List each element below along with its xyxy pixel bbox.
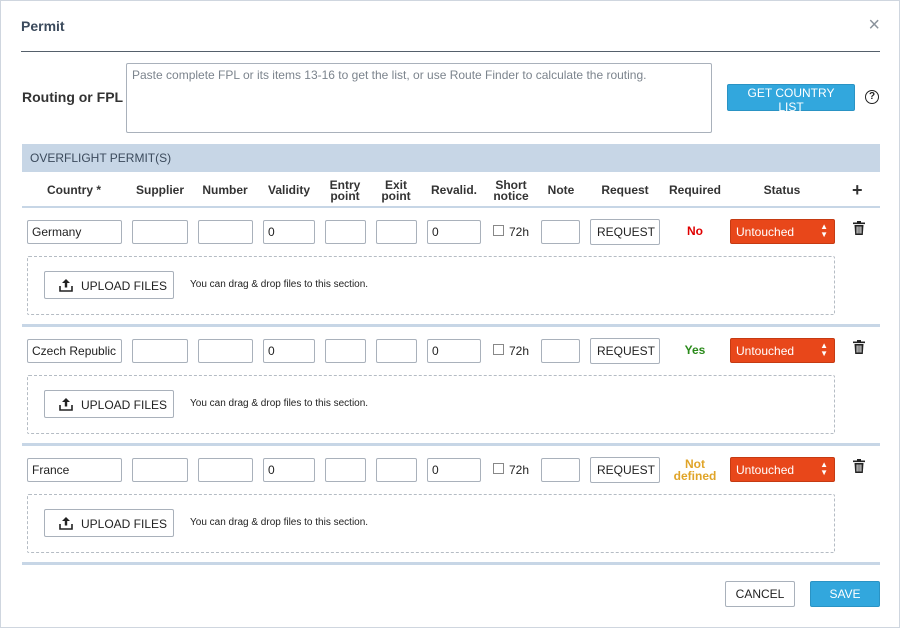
- status-value: Untouched: [736, 225, 795, 239]
- add-row-icon[interactable]: +: [852, 180, 863, 201]
- supplier-input[interactable]: [132, 339, 188, 363]
- required-value-line2: defined: [673, 469, 717, 483]
- upload-files-label: UPLOAD FILES: [81, 279, 168, 293]
- permit-row-germany: 72h REQUEST No Untouched ▲▼ UPLOAD FILES…: [22, 208, 880, 327]
- col-entry-point-line2: point: [330, 189, 360, 203]
- status-select[interactable]: Untouched ▲ ▼: [730, 457, 835, 482]
- save-button[interactable]: SAVE: [810, 581, 880, 607]
- request-button[interactable]: REQUEST: [590, 338, 660, 364]
- file-dropzone[interactable]: UPLOAD FILES You can drag & drop files t…: [27, 256, 835, 315]
- number-input[interactable]: [198, 339, 253, 363]
- trash-icon[interactable]: [853, 221, 865, 235]
- col-request: Request: [601, 183, 649, 197]
- exit-point-input[interactable]: [376, 458, 417, 482]
- col-revalid: Revalid.: [430, 183, 478, 197]
- status-select[interactable]: Untouched ▲ ▼: [730, 338, 835, 363]
- note-input[interactable]: [541, 220, 580, 244]
- country-input[interactable]: [27, 458, 122, 482]
- col-status: Status: [763, 183, 801, 197]
- upload-files-button[interactable]: UPLOAD FILES: [44, 271, 174, 299]
- col-required: Required: [668, 183, 721, 197]
- upload-files-label: UPLOAD FILES: [81, 398, 168, 412]
- exit-point-input[interactable]: [376, 220, 417, 244]
- upload-icon: [59, 279, 73, 292]
- close-icon[interactable]: ×: [868, 15, 880, 35]
- short-notice-label: 72h: [509, 344, 530, 358]
- country-input[interactable]: [27, 339, 122, 363]
- upload-icon: [59, 517, 73, 530]
- note-input[interactable]: [541, 339, 580, 363]
- updown-caret-icon: ▲ ▼: [820, 460, 828, 477]
- routing-input[interactable]: [126, 63, 712, 133]
- validity-input[interactable]: [263, 458, 315, 482]
- file-dropzone[interactable]: UPLOAD FILES You can drag & drop files t…: [27, 494, 835, 553]
- dialog-title: Permit: [21, 18, 65, 34]
- short-notice-label: 72h: [509, 463, 530, 477]
- updown-caret-icon: ▲ ▼: [820, 341, 828, 358]
- short-notice-label: 72h: [509, 225, 530, 239]
- cancel-button[interactable]: CANCEL: [725, 581, 795, 607]
- request-button[interactable]: REQUEST: [590, 457, 660, 483]
- revalid-input[interactable]: [427, 220, 481, 244]
- entry-point-input[interactable]: [325, 458, 366, 482]
- column-header-row: Country * Supplier Number Validity Entry…: [22, 172, 880, 208]
- required-value-line1: Yes: [684, 343, 706, 357]
- dialog-header: Permit ×: [21, 1, 880, 52]
- number-input[interactable]: [198, 458, 253, 482]
- number-input[interactable]: [198, 220, 253, 244]
- col-short-notice-line2: notice: [493, 189, 529, 203]
- request-button[interactable]: REQUEST: [590, 219, 660, 245]
- permit-row-france: 72h REQUEST Not defined Untouched ▲▼ UPL…: [22, 446, 880, 565]
- validity-input[interactable]: [263, 220, 315, 244]
- col-note: Note: [547, 183, 575, 197]
- dropzone-hint: You can drag & drop files to this sectio…: [190, 279, 369, 290]
- required-value: Yes: [660, 344, 730, 356]
- upload-icon: [59, 398, 73, 411]
- trash-icon[interactable]: [853, 340, 865, 354]
- trash-icon[interactable]: [853, 459, 865, 473]
- supplier-input[interactable]: [132, 458, 188, 482]
- help-icon[interactable]: ?: [865, 90, 879, 104]
- required-value: Not defined: [660, 458, 730, 482]
- get-country-list-button[interactable]: GET COUNTRY LIST: [727, 84, 855, 114]
- section-title: OVERFLIGHT PERMIT(S): [22, 144, 880, 172]
- revalid-input[interactable]: [427, 458, 481, 482]
- file-dropzone[interactable]: UPLOAD FILES You can drag & drop files t…: [27, 375, 835, 434]
- permit-row-czech-republic: 72h REQUEST Yes Untouched ▲▼ UPLOAD FILE…: [22, 327, 880, 446]
- col-validity: Validity: [267, 183, 311, 197]
- entry-point-input[interactable]: [325, 220, 366, 244]
- exit-point-input[interactable]: [376, 339, 417, 363]
- upload-files-button[interactable]: UPLOAD FILES: [44, 509, 174, 537]
- supplier-input[interactable]: [132, 220, 188, 244]
- status-value: Untouched: [736, 344, 795, 358]
- revalid-input[interactable]: [427, 339, 481, 363]
- permit-dialog: Permit × Routing or FPL GET COUNTRY LIST…: [0, 0, 900, 628]
- required-value: No: [660, 225, 730, 237]
- status-select[interactable]: Untouched ▲ ▼: [730, 219, 835, 244]
- dropzone-hint: You can drag & drop files to this sectio…: [190, 517, 369, 528]
- entry-point-input[interactable]: [325, 339, 366, 363]
- dropzone-hint: You can drag & drop files to this sectio…: [190, 398, 369, 409]
- col-country: Country *: [47, 183, 101, 197]
- required-value-line1: No: [687, 224, 703, 238]
- updown-caret-icon: ▲ ▼: [820, 222, 828, 239]
- country-input[interactable]: [27, 220, 122, 244]
- short-notice-checkbox[interactable]: [493, 225, 504, 236]
- col-supplier: Supplier: [135, 183, 184, 197]
- note-input[interactable]: [541, 458, 580, 482]
- col-exit-point-line2: point: [381, 189, 411, 203]
- short-notice-checkbox[interactable]: [493, 463, 504, 474]
- validity-input[interactable]: [263, 339, 315, 363]
- upload-files-button[interactable]: UPLOAD FILES: [44, 390, 174, 418]
- status-value: Untouched: [736, 463, 795, 477]
- short-notice-checkbox[interactable]: [493, 344, 504, 355]
- col-number: Number: [202, 183, 248, 197]
- routing-label: Routing or FPL: [22, 89, 124, 105]
- upload-files-label: UPLOAD FILES: [81, 517, 168, 531]
